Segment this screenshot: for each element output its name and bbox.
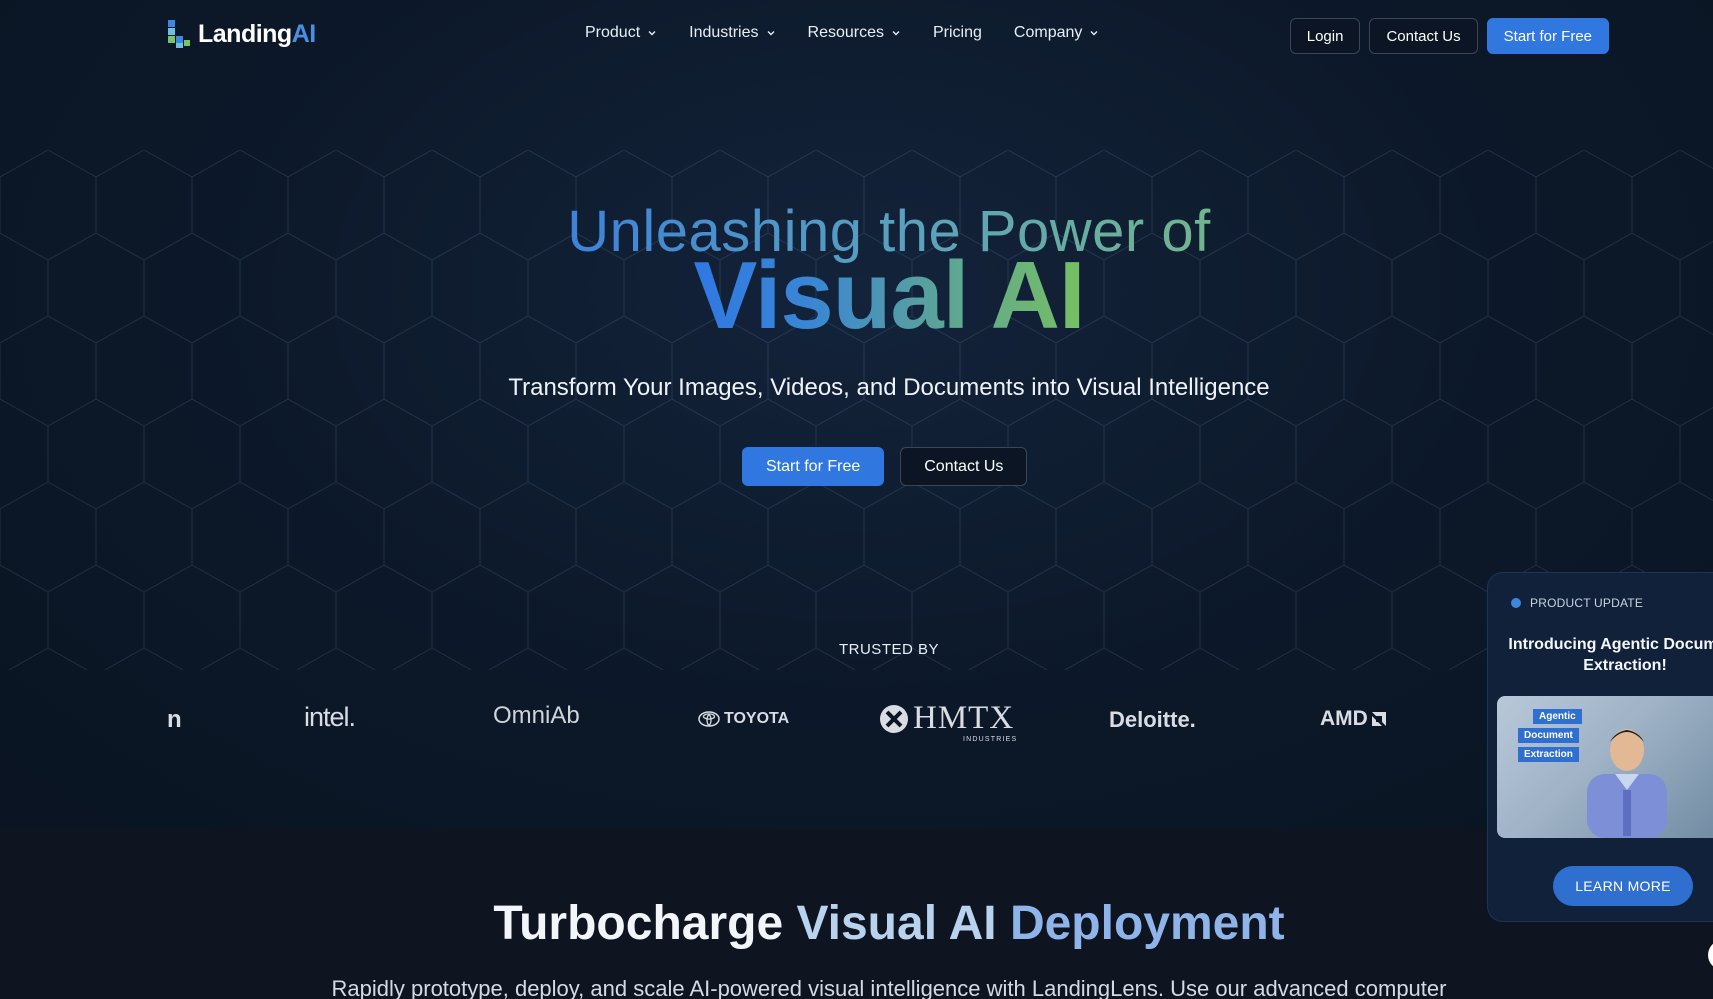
product-update-card[interactable]: PRODUCT UPDATE Introducing Agentic Docum… [1487,572,1713,922]
hero-title-text: Visual AI [693,242,1085,349]
customer-logo-hmtx: HMTX INDUSTRIES [879,700,1016,743]
chevron-down-icon [767,31,775,36]
landing-page: LandingAI Product Industries Resources P… [0,0,1713,999]
hero-cta-group: Start for Free Contact Us [742,447,1028,486]
video-badge-extraction: Extraction [1518,747,1579,762]
product-update-video-thumbnail[interactable]: Agentic Document Extraction [1497,696,1713,838]
header-start-free-button[interactable]: Start for Free [1486,18,1609,54]
product-update-label: PRODUCT UPDATE [1530,596,1644,610]
hmtx-emblem-icon [880,704,908,733]
status-dot-icon [1511,598,1521,608]
amd-arrow-icon [1371,712,1386,726]
hmtx-wordmark: HMTX [913,700,1015,736]
landingai-logo-icon [168,20,190,48]
hero-title: Visual AI [0,243,1713,349]
chevron-down-icon [892,31,900,36]
nav-industries[interactable]: Industries [689,24,775,42]
section-title-part-2: Visual AI [796,897,997,950]
toyota-wordmark: TOYOTA [724,710,790,727]
nav-product-label: Product [585,24,641,41]
header-contact-button[interactable]: Contact Us [1369,18,1478,54]
customer-logo-toyota: TOYOTA [698,710,789,728]
product-update-tag: PRODUCT UPDATE [1511,596,1643,610]
amd-wordmark: AMD [1320,707,1368,730]
presenter-image [1587,729,1667,838]
main-nav: Product Industries Resources Pricing Com… [585,24,1099,42]
nav-company-label: Company [1013,24,1083,41]
learn-more-button[interactable]: LEARN MORE [1553,866,1693,906]
hero-subtitle: Transform Your Images, Videos, and Docum… [508,374,1270,401]
site-header: LandingAI Product Industries Resources P… [0,0,1713,72]
features-section-title: Turbocharge Visual AI Deployment [0,900,1713,948]
section-title-part-3: Deployment [1009,897,1285,950]
customer-logo-omniab: OmniAb [493,702,580,729]
hmtx-subtitle: INDUSTRIES [963,736,1018,743]
chevron-down-icon [648,31,656,36]
nav-pricing-label: Pricing [933,24,982,41]
customer-logo-intel: intel. [304,702,356,732]
landingai-logo[interactable]: LandingAI [166,18,316,50]
customer-logos-row: n intel. OmniAb TOYOTA HMTX INDUSTRIES D… [0,698,1713,748]
logo-wordmark-ai: AI [291,19,317,48]
section-title-part-1: Turbocharge [493,897,784,950]
video-badge-agentic: Agentic [1533,709,1582,724]
logo-wordmark: LandingAI [198,20,316,49]
chevron-down-icon [1090,31,1098,36]
trusted-by-label: TRUSTED BY [838,641,939,658]
nav-pricing[interactable]: Pricing [933,24,982,42]
customer-logo-amd: AMD [1320,707,1388,731]
hero-start-free-button[interactable]: Start for Free [742,447,885,486]
nav-resources[interactable]: Resources [808,24,901,42]
nav-company[interactable]: Company [1014,24,1099,42]
features-section-description: Rapidly prototype, deploy, and scale AI-… [331,976,1447,999]
nav-industries-label: Industries [689,24,759,41]
product-update-title: Introducing Agentic Document Extraction! [1508,636,1713,674]
login-button[interactable]: Login [1289,18,1361,54]
header-actions: Login Contact Us Start for Free [1289,18,1609,54]
nav-product[interactable]: Product [585,24,657,42]
video-badge-document: Document [1518,728,1579,743]
nav-resources-label: Resources [807,24,884,41]
hero-contact-button[interactable]: Contact Us [900,447,1028,486]
toyota-emblem-icon [698,711,720,727]
customer-logo-deloitte: Deloitte. [1109,707,1196,732]
customer-logo-n: n [167,706,182,733]
logo-wordmark-landing: Landing [198,19,292,48]
